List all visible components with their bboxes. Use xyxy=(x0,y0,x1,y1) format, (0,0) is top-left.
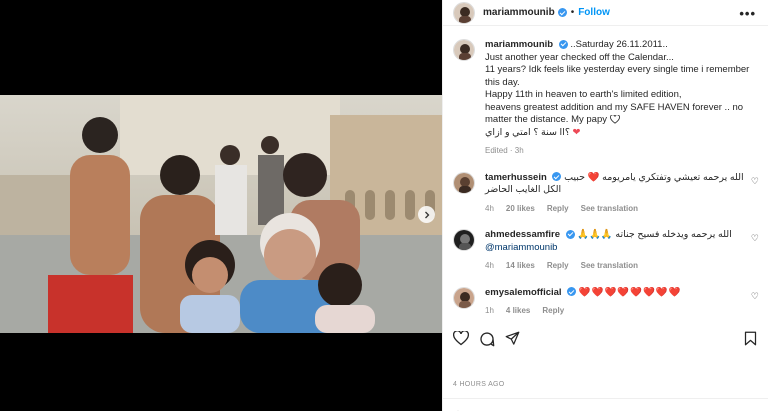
divider xyxy=(443,398,768,399)
comment-username[interactable]: ahmedessamfire xyxy=(485,229,560,240)
more-options-icon[interactable]: ••• xyxy=(739,6,756,21)
like-comment-heart-icon[interactable]: ♡ xyxy=(751,176,759,187)
avatar[interactable] xyxy=(453,229,475,251)
verified-badge-icon xyxy=(567,287,577,297)
caption-arabic: ؟اا سنة ؟ امتي و ازاي xyxy=(485,126,570,138)
comment-likes[interactable]: 4 likes xyxy=(506,305,530,318)
caption-username[interactable]: mariammounib xyxy=(485,39,553,50)
comment-likes[interactable]: 20 likes xyxy=(506,203,535,216)
comment-time[interactable]: 1h xyxy=(485,305,494,318)
comment-body: emysalemofficial ❤️❤️❤️❤️❤️❤️❤️❤️ 1h 4 l… xyxy=(485,287,747,318)
caption-line: Just another year checked off the Calend… xyxy=(485,51,674,63)
caption-line: Happy 11th in heaven to earth's limited … xyxy=(485,89,682,100)
like-comment-heart-icon[interactable]: ♡ xyxy=(751,291,759,302)
post-header: mariammounib • Follow ••• xyxy=(443,0,768,26)
avatar[interactable] xyxy=(453,171,475,194)
comment-body: ahmedessamfire الله يرحمه ويدخله فسيح جن… xyxy=(485,229,747,273)
comment-body: tamerhussein الله يرحمه تعيشي وتفتكري يا… xyxy=(485,172,747,216)
caption-text: mariammounib ..Saturday 26.11.2011.. Jus… xyxy=(485,39,755,158)
chevron-right-icon xyxy=(424,211,429,218)
comment-item: ahmedessamfire الله يرحمه ويدخله فسيح جن… xyxy=(453,229,759,273)
family-photo-image xyxy=(0,95,442,333)
see-translation-button[interactable]: See translation xyxy=(581,203,638,216)
verified-badge-icon xyxy=(558,39,568,49)
caption-line: ..Saturday 26.11.2011.. xyxy=(570,39,668,50)
comment-username[interactable]: emysalemofficial xyxy=(485,287,562,298)
comment-meta: 1h 4 likes Reply xyxy=(485,305,747,318)
comment-button[interactable] xyxy=(479,331,495,352)
comment-bubble-icon xyxy=(480,331,495,346)
comment-item: tamerhussein الله يرحمه تعيشي وتفتكري يا… xyxy=(453,171,759,216)
comment-likes[interactable]: 14 likes xyxy=(506,260,535,273)
avatar[interactable] xyxy=(453,39,475,61)
comment-username[interactable]: tamerhussein xyxy=(485,172,547,183)
like-button[interactable] xyxy=(452,330,470,351)
comment-time[interactable]: 4h xyxy=(485,203,494,216)
post-actions-bar xyxy=(452,330,759,352)
add-comment-area[interactable] xyxy=(453,404,463,411)
post-media xyxy=(0,0,442,411)
heart-icon xyxy=(452,330,470,346)
comment-time[interactable]: 4h xyxy=(485,260,494,273)
avatar[interactable] xyxy=(453,1,475,24)
comment-meta: 4h 14 likes Reply See translation xyxy=(485,260,747,273)
bookmark-icon xyxy=(744,331,757,346)
reply-button[interactable]: Reply xyxy=(542,305,564,318)
heart-outline-icon xyxy=(609,114,620,124)
caption-line: 11 years? Idk feels like yesterday every… xyxy=(485,64,750,88)
comments-scroll-area[interactable]: mariammounib ..Saturday 26.11.2011.. Jus… xyxy=(443,27,768,327)
verified-badge-icon xyxy=(552,172,562,182)
post-caption: mariammounib ..Saturday 26.11.2011.. Jus… xyxy=(453,39,759,158)
follow-button[interactable]: Follow xyxy=(578,7,610,18)
comment-item: emysalemofficial ❤️❤️❤️❤️❤️❤️❤️❤️ 1h 4 l… xyxy=(453,286,759,318)
reply-button[interactable]: Reply xyxy=(547,260,569,273)
post-photo[interactable] xyxy=(0,95,442,333)
comment-mention[interactable]: @mariammounib xyxy=(485,242,747,255)
comment-text: الله يرحمه ويدخله فسيح جناته 🙏🙏🙏 xyxy=(577,229,732,240)
reply-button[interactable]: Reply xyxy=(547,203,569,216)
verified-badge-icon xyxy=(565,229,575,239)
paper-plane-icon xyxy=(505,331,520,345)
save-button[interactable] xyxy=(744,331,757,351)
see-translation-button[interactable]: See translation xyxy=(581,260,638,273)
post-sidebar: mariammounib • Follow ••• mariammounib .… xyxy=(442,0,768,411)
avatar[interactable] xyxy=(453,286,475,309)
verified-badge-icon xyxy=(557,8,567,17)
header-username[interactable]: mariammounib xyxy=(483,7,555,18)
red-heart-icon: ❤ xyxy=(572,126,581,138)
separator-dot: • xyxy=(570,7,575,18)
post-timestamp[interactable]: 4 HOURS AGO xyxy=(453,381,505,388)
caption-edited: Edited · 3h xyxy=(485,146,524,155)
comment-meta: 4h 20 likes Reply See translation xyxy=(485,203,747,216)
next-photo-button[interactable] xyxy=(418,206,435,223)
comment-text: ❤️❤️❤️❤️❤️❤️❤️❤️ xyxy=(578,286,682,298)
share-button[interactable] xyxy=(505,331,520,351)
like-comment-heart-icon[interactable]: ♡ xyxy=(751,233,759,244)
